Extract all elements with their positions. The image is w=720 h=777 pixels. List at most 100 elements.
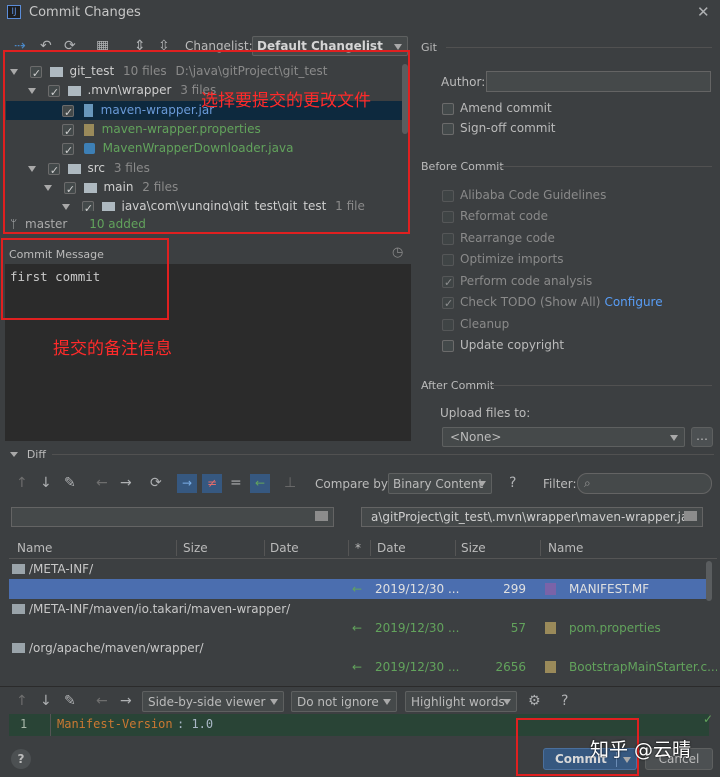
arrow-up-icon[interactable]: ↑ bbox=[16, 475, 28, 491]
checkbox[interactable] bbox=[47, 161, 60, 180]
undo-icon[interactable]: ↶ bbox=[40, 38, 52, 54]
copy-left-icon[interactable]: ← bbox=[352, 579, 362, 599]
show-different-icon[interactable]: ≠ bbox=[202, 474, 222, 493]
tree-scrollbar[interactable] bbox=[402, 64, 408, 134]
edit-icon[interactable]: ✎ bbox=[64, 693, 76, 709]
left-path-field[interactable] bbox=[11, 507, 334, 527]
col-size-left[interactable]: Size bbox=[183, 537, 208, 559]
refresh-icon[interactable]: ⟳ bbox=[150, 475, 162, 491]
col-name-right[interactable]: Name bbox=[548, 537, 583, 559]
col-date-left[interactable]: Date bbox=[270, 537, 299, 559]
viewer-mode-select[interactable]: Side-by-side viewer bbox=[142, 691, 284, 712]
show-old-icon[interactable]: ← bbox=[250, 474, 270, 493]
table-row[interactable]: /META-INF/ bbox=[9, 559, 706, 579]
checkbox[interactable] bbox=[62, 103, 74, 122]
signoff-checkbox[interactable] bbox=[442, 122, 454, 135]
before-commit-option[interactable]: Rearrange code bbox=[442, 229, 555, 247]
table-row[interactable]: ← 2019/12/30 ... 299 MANIFEST.MF bbox=[9, 579, 706, 599]
tree-row-main[interactable]: main 2 files bbox=[44, 178, 178, 199]
configure-link[interactable]: Configure bbox=[604, 295, 662, 309]
before-commit-option[interactable]: Cleanup bbox=[442, 315, 509, 333]
compare-select[interactable]: Binary Content bbox=[388, 473, 492, 494]
option-checkbox[interactable] bbox=[442, 253, 454, 266]
before-commit-option[interactable]: Update copyright bbox=[442, 336, 564, 354]
option-checkbox[interactable] bbox=[442, 210, 454, 223]
folder-browse-icon[interactable] bbox=[684, 511, 697, 521]
checkbox[interactable] bbox=[63, 180, 76, 199]
history-icon[interactable]: ◷ bbox=[392, 245, 403, 260]
gear-icon[interactable]: ⚙ bbox=[528, 693, 541, 709]
show-equal-icon[interactable]: = bbox=[230, 475, 242, 491]
tree-row-java-pkg[interactable]: java\com\yunqing\git_test\git_test 1 fil… bbox=[62, 197, 365, 211]
col-date-right[interactable]: Date bbox=[377, 537, 406, 559]
arrow-left-icon[interactable]: ← bbox=[96, 693, 108, 709]
arrow-down-icon[interactable]: ↓ bbox=[40, 475, 52, 491]
diff-header[interactable]: Diff bbox=[10, 447, 46, 461]
checkbox[interactable] bbox=[29, 64, 42, 83]
option-checkbox[interactable] bbox=[442, 189, 454, 202]
option-checkbox[interactable] bbox=[442, 318, 454, 331]
refresh-icon[interactable]: ⟳ bbox=[64, 38, 76, 54]
highlight-mode-select[interactable]: Highlight words bbox=[405, 691, 517, 712]
arrow-right-icon[interactable]: → bbox=[120, 693, 132, 709]
author-input[interactable] bbox=[486, 71, 711, 92]
option-checkbox[interactable] bbox=[442, 339, 454, 352]
folder-browse-icon[interactable] bbox=[315, 511, 328, 521]
expand-icon[interactable] bbox=[10, 68, 18, 75]
before-commit-option[interactable]: Reformat code bbox=[442, 207, 548, 225]
table-row[interactable]: ← 2019/12/30 ... 57 pom.properties bbox=[9, 618, 706, 638]
right-path-field[interactable]: a\gitProject\git_test\.mvn\wrapper\maven… bbox=[361, 507, 703, 527]
signoff-option[interactable]: Sign-off commit bbox=[442, 119, 556, 137]
before-commit-option[interactable]: Perform code analysis bbox=[442, 272, 592, 292]
table-scrollbar[interactable] bbox=[706, 561, 712, 601]
amend-checkbox[interactable] bbox=[442, 102, 454, 115]
tree-row-mvn-wrapper[interactable]: .mvn\wrapper 3 files bbox=[28, 81, 216, 102]
filter-input[interactable]: ⌕ bbox=[577, 473, 712, 494]
table-row[interactable]: ← 2019/12/30 ... 2656 BootstrapMainStarter.… bbox=[9, 657, 717, 677]
help-icon[interactable]: ? bbox=[561, 693, 568, 709]
arrow-right-icon[interactable]: → bbox=[120, 475, 132, 491]
group-by-icon[interactable]: ▦ bbox=[96, 38, 109, 54]
collapse-icon[interactable] bbox=[10, 452, 18, 457]
edit-icon[interactable]: ✎ bbox=[64, 475, 76, 491]
expand-all-icon[interactable]: ⇕ bbox=[134, 38, 146, 54]
tree-row-file[interactable]: maven-wrapper.jar bbox=[62, 101, 214, 122]
changelist-select[interactable]: Default Changelist bbox=[252, 36, 408, 56]
copy-left-icon[interactable]: ← bbox=[352, 618, 362, 638]
diff-editor[interactable]: 1 Manifest-Version : 1.0 bbox=[9, 714, 709, 736]
col-mid[interactable]: * bbox=[355, 537, 361, 559]
sync-scroll-icon[interactable]: ⊥ bbox=[284, 475, 296, 491]
amend-commit-option[interactable]: Amend commit bbox=[442, 99, 552, 117]
show-new-icon[interactable]: → bbox=[177, 474, 197, 493]
show-diff-icon[interactable]: ⇢ bbox=[14, 38, 26, 54]
option-checkbox[interactable] bbox=[442, 295, 454, 313]
copy-left-icon[interactable]: ← bbox=[352, 657, 362, 677]
tree-row-file[interactable]: MavenWrapperDownloader.java bbox=[62, 139, 293, 160]
before-commit-option[interactable]: Alibaba Code Guidelines bbox=[442, 186, 606, 204]
upload-select[interactable]: <None> bbox=[442, 427, 685, 447]
arrow-left-icon[interactable]: ← bbox=[96, 475, 108, 491]
before-commit-option[interactable]: Check TODO (Show All)Configure bbox=[442, 293, 663, 313]
col-name-left[interactable]: Name bbox=[17, 537, 52, 559]
help-icon[interactable]: ? bbox=[509, 475, 516, 491]
expand-icon[interactable] bbox=[28, 87, 36, 94]
expand-icon[interactable] bbox=[62, 203, 70, 210]
arrow-down-icon[interactable]: ↓ bbox=[40, 693, 52, 709]
col-size-right[interactable]: Size bbox=[461, 537, 486, 559]
expand-icon[interactable] bbox=[28, 165, 36, 172]
checkbox[interactable] bbox=[62, 141, 74, 160]
upload-browse-button[interactable]: … bbox=[691, 427, 713, 447]
ignore-mode-select[interactable]: Do not ignore bbox=[291, 691, 397, 712]
checkbox[interactable] bbox=[81, 199, 94, 211]
expand-icon[interactable] bbox=[44, 184, 52, 191]
help-button[interactable]: ? bbox=[11, 749, 31, 769]
arrow-up-icon[interactable]: ↑ bbox=[16, 693, 28, 709]
checkbox[interactable] bbox=[62, 122, 74, 141]
table-row[interactable]: /org/apache/maven/wrapper/ bbox=[9, 638, 706, 658]
table-row[interactable]: /META-INF/maven/io.takari/maven-wrapper/ bbox=[9, 599, 706, 619]
before-commit-option[interactable]: Optimize imports bbox=[442, 250, 564, 268]
tree-row-root[interactable]: git_test 10 files D:\java\gitProject\git… bbox=[10, 62, 327, 83]
checkbox[interactable] bbox=[47, 83, 60, 102]
tree-row-file[interactable]: maven-wrapper.properties bbox=[62, 120, 261, 141]
option-checkbox[interactable] bbox=[442, 232, 454, 245]
